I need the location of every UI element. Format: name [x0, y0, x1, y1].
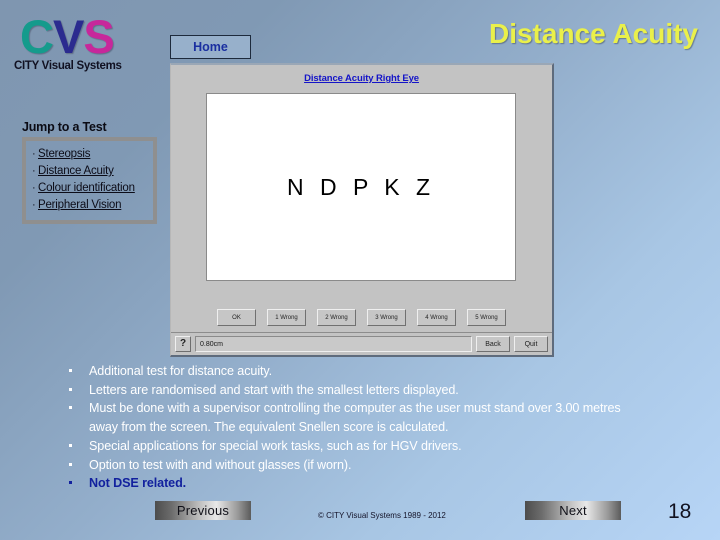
jump-link-label: Stereopsis	[38, 148, 91, 160]
logo-letter-s: S	[83, 10, 114, 63]
page-number: 18	[668, 500, 692, 523]
logo-subtitle: CITY Visual Systems	[14, 60, 122, 72]
logo-wordmark: CVS	[14, 12, 164, 62]
cvs-logo: CVS CITY Visual Systems	[14, 12, 164, 73]
quit-button-label: Quit	[524, 340, 538, 348]
back-button-label: Back	[485, 340, 501, 348]
previous-button[interactable]: Previous	[155, 501, 251, 520]
slide: CVS CITY Visual Systems Home Distance Ac…	[0, 0, 720, 540]
answer-button-label: 2 Wrong	[325, 314, 348, 321]
application-caption: Distance Acuity Right Eye	[304, 73, 419, 84]
answer-button-1-wrong[interactable]: 1 Wrong	[267, 309, 306, 326]
answer-button-label: 3 Wrong	[375, 314, 398, 321]
bullet-item: Must be done with a supervisor controlli…	[66, 399, 636, 436]
bullet-item-not-dse-related: Not DSE related.	[66, 474, 636, 493]
bullet-item: Additional test for distance acuity.	[66, 362, 636, 381]
logo-letter-v: V	[52, 10, 84, 63]
jump-link-stereopsis[interactable]: · Stereopsis	[32, 146, 147, 163]
jump-link-distance-acuity[interactable]: · Distance Acuity	[32, 163, 147, 180]
back-button[interactable]: Back	[476, 336, 510, 352]
jump-to-test-box: · Stereopsis · Distance Acuity · Colour ide…	[22, 137, 157, 224]
jump-link-label: Colour identification	[38, 182, 135, 194]
answer-button-5-wrong[interactable]: 5 Wrong	[467, 309, 506, 326]
copyright-text: © CITY Visual Systems 1989 - 2012	[318, 511, 446, 520]
bullet-item: Letters are randomised and start with th…	[66, 381, 636, 400]
answer-button-4-wrong[interactable]: 4 Wrong	[417, 309, 456, 326]
logo-letter-c: C	[20, 10, 54, 63]
bullet-item: Option to test with and without glasses …	[66, 456, 636, 475]
help-icon-glyph: ?	[179, 338, 187, 349]
next-button[interactable]: Next	[525, 501, 621, 520]
previous-button-label: Previous	[176, 503, 230, 518]
application-screenshot: Distance Acuity Right Eye N D P K Z OK 1…	[170, 63, 554, 357]
quit-button[interactable]: Quit	[514, 336, 548, 352]
jump-to-test-section: Jump to a Test · Stereopsis · Distance Acu…	[22, 120, 162, 224]
answer-button-3-wrong[interactable]: 3 Wrong	[367, 309, 406, 326]
answer-button-ok[interactable]: OK	[217, 309, 256, 326]
answer-button-row: OK 1 Wrong 2 Wrong 3 Wrong 4 Wrong 5 Wro…	[171, 309, 552, 326]
help-icon[interactable]: ?	[175, 336, 191, 352]
home-button[interactable]: Home	[170, 35, 251, 59]
jump-to-test-heading: Jump to a Test	[22, 120, 107, 134]
status-value-field: 0.80cm	[195, 336, 472, 352]
application-body: Distance Acuity Right Eye N D P K Z OK 1…	[171, 65, 552, 332]
bullet-item: Special applications for special work ta…	[66, 437, 636, 456]
answer-button-label: 1 Wrong	[275, 314, 298, 321]
bullet-list: Additional test for distance acuity. Let…	[66, 362, 636, 493]
answer-button-label: 4 Wrong	[425, 314, 448, 321]
acuity-chart-panel: N D P K Z	[206, 93, 516, 281]
page-title: Distance Acuity	[488, 18, 698, 49]
application-status-bar: ? 0.80cm Back Quit	[171, 332, 552, 355]
answer-button-label: OK	[232, 314, 241, 321]
home-button-label: Home	[193, 40, 228, 54]
acuity-letters: N D P K Z	[286, 173, 436, 200]
answer-button-label: 5 Wrong	[475, 314, 498, 321]
next-button-label: Next	[559, 503, 587, 518]
jump-link-label: Distance Acuity	[38, 165, 114, 177]
answer-button-2-wrong[interactable]: 2 Wrong	[317, 309, 356, 326]
jump-link-peripheral-vision[interactable]: · Peripheral Vision	[32, 197, 147, 214]
jump-link-label: Peripheral Vision	[38, 199, 122, 211]
jump-link-colour-identification[interactable]: · Colour identification	[32, 180, 147, 197]
